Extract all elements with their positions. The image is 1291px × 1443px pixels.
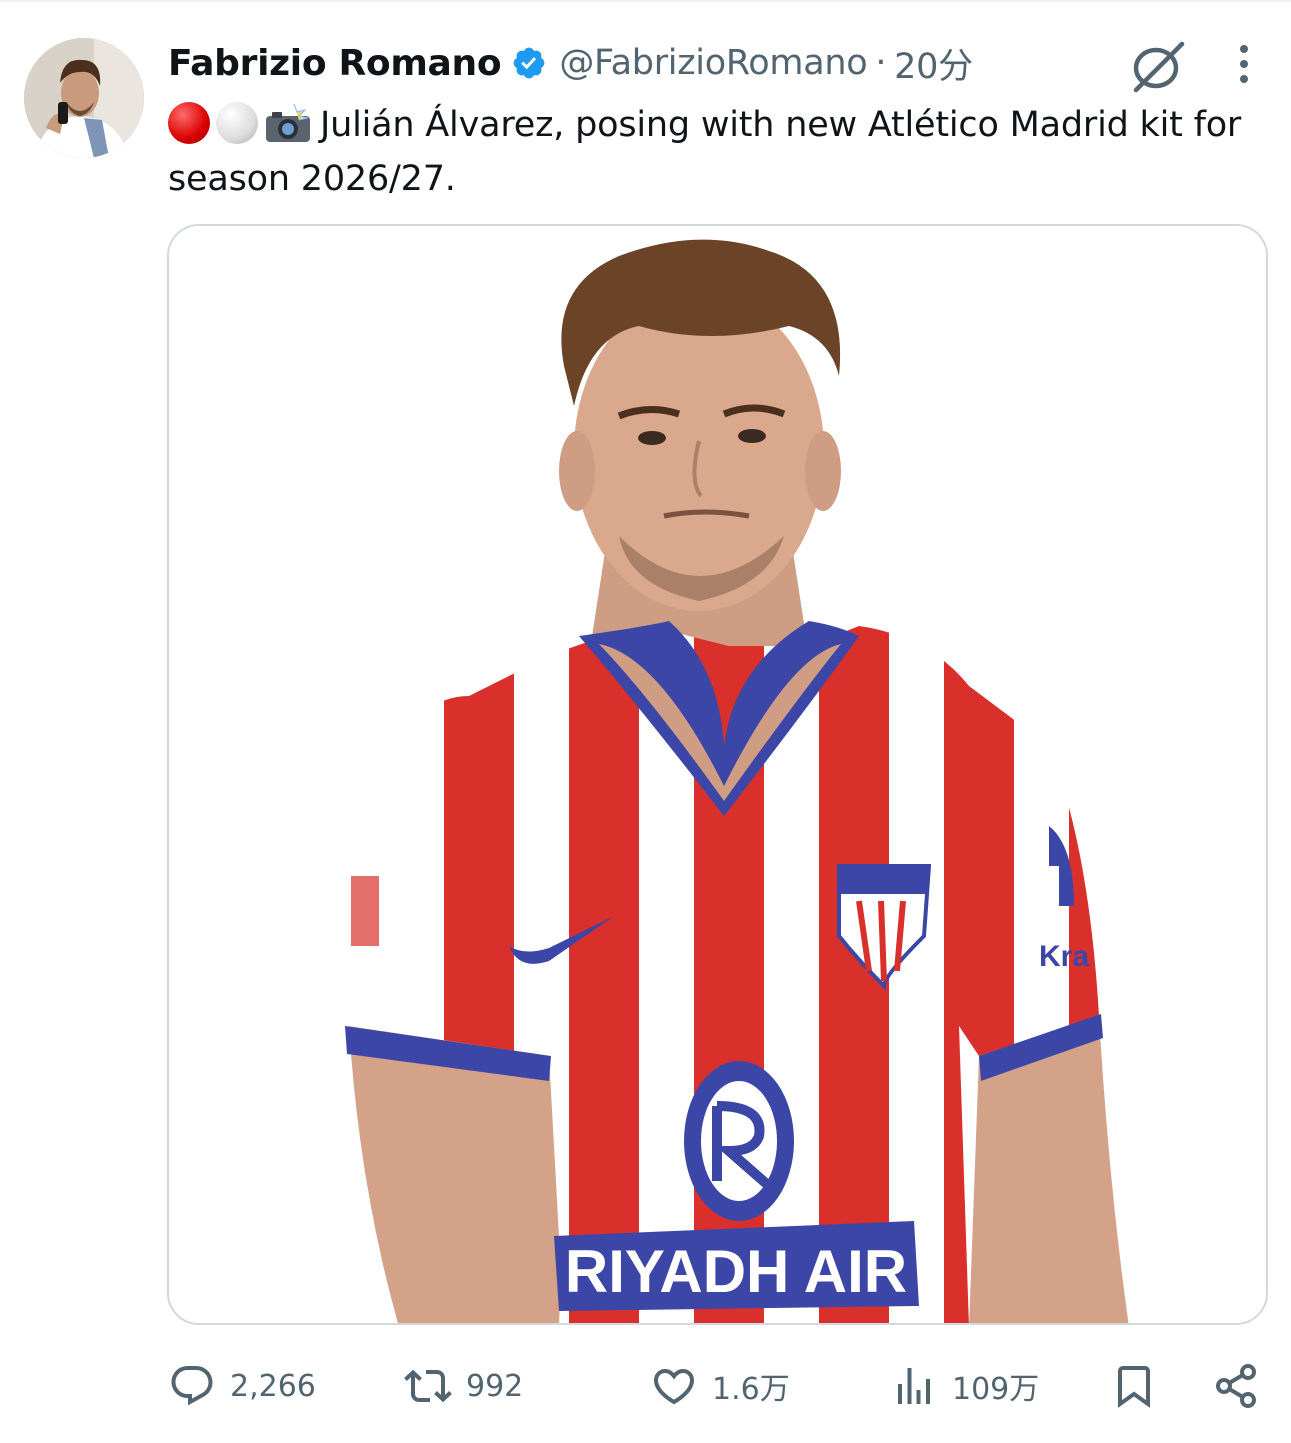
heart-icon: [653, 1369, 695, 1405]
bookmark-button[interactable]: [1110, 1360, 1158, 1412]
like-count: 1.6万: [712, 1372, 790, 1407]
reply-count: 2,266: [230, 1368, 316, 1404]
bookmark-icon: [1118, 1366, 1150, 1408]
reply-button[interactable]: 2,266: [168, 1360, 316, 1412]
meta-separator: ·: [875, 43, 887, 83]
white-circle-emoji-icon: [216, 102, 258, 144]
share-icon: [1216, 1364, 1256, 1408]
tweet-time[interactable]: 20分: [894, 38, 973, 89]
top-divider: [0, 0, 1291, 2]
tweet-header: Fabrizio Romano @FabrizioRomano · 20分: [168, 38, 973, 89]
reply-icon: [171, 1366, 213, 1406]
avatar-image: [24, 38, 144, 158]
avatar[interactable]: [24, 38, 144, 158]
tweet-actions: 2,266 992 1.6万 109万: [0, 1350, 1291, 1422]
tweet-media[interactable]: RIYADH AIR Kra: [167, 224, 1268, 1325]
views-count: 109万: [952, 1372, 1040, 1407]
tweet-body: Julián Álvarez, posing with new Atlético…: [168, 105, 1242, 199]
tweet-text: Julián Álvarez, posing with new Atlético…: [168, 98, 1258, 206]
retweet-count: 992: [466, 1368, 524, 1404]
views-chart-icon: [898, 1368, 930, 1404]
player-photo: RIYADH AIR Kra: [169, 226, 1266, 1323]
grok-icon[interactable]: [1128, 38, 1188, 94]
sponsor-text: RIYADH AIR: [565, 1238, 907, 1305]
camera-flash-emoji-icon: [266, 103, 310, 142]
views-button[interactable]: 109万: [890, 1360, 1039, 1412]
red-circle-emoji-icon: [168, 102, 210, 144]
author-handle[interactable]: @FabrizioRomano: [559, 43, 867, 83]
author-name[interactable]: Fabrizio Romano: [168, 43, 502, 84]
like-button[interactable]: 1.6万: [650, 1360, 790, 1412]
more-options-icon[interactable]: [1224, 42, 1264, 86]
share-button[interactable]: [1212, 1360, 1260, 1412]
retweet-button[interactable]: 992: [404, 1360, 523, 1412]
verified-badge-icon: [513, 47, 545, 79]
retweet-icon: [404, 1369, 452, 1403]
sleeve-sponsor-text: Kra: [1039, 940, 1089, 973]
